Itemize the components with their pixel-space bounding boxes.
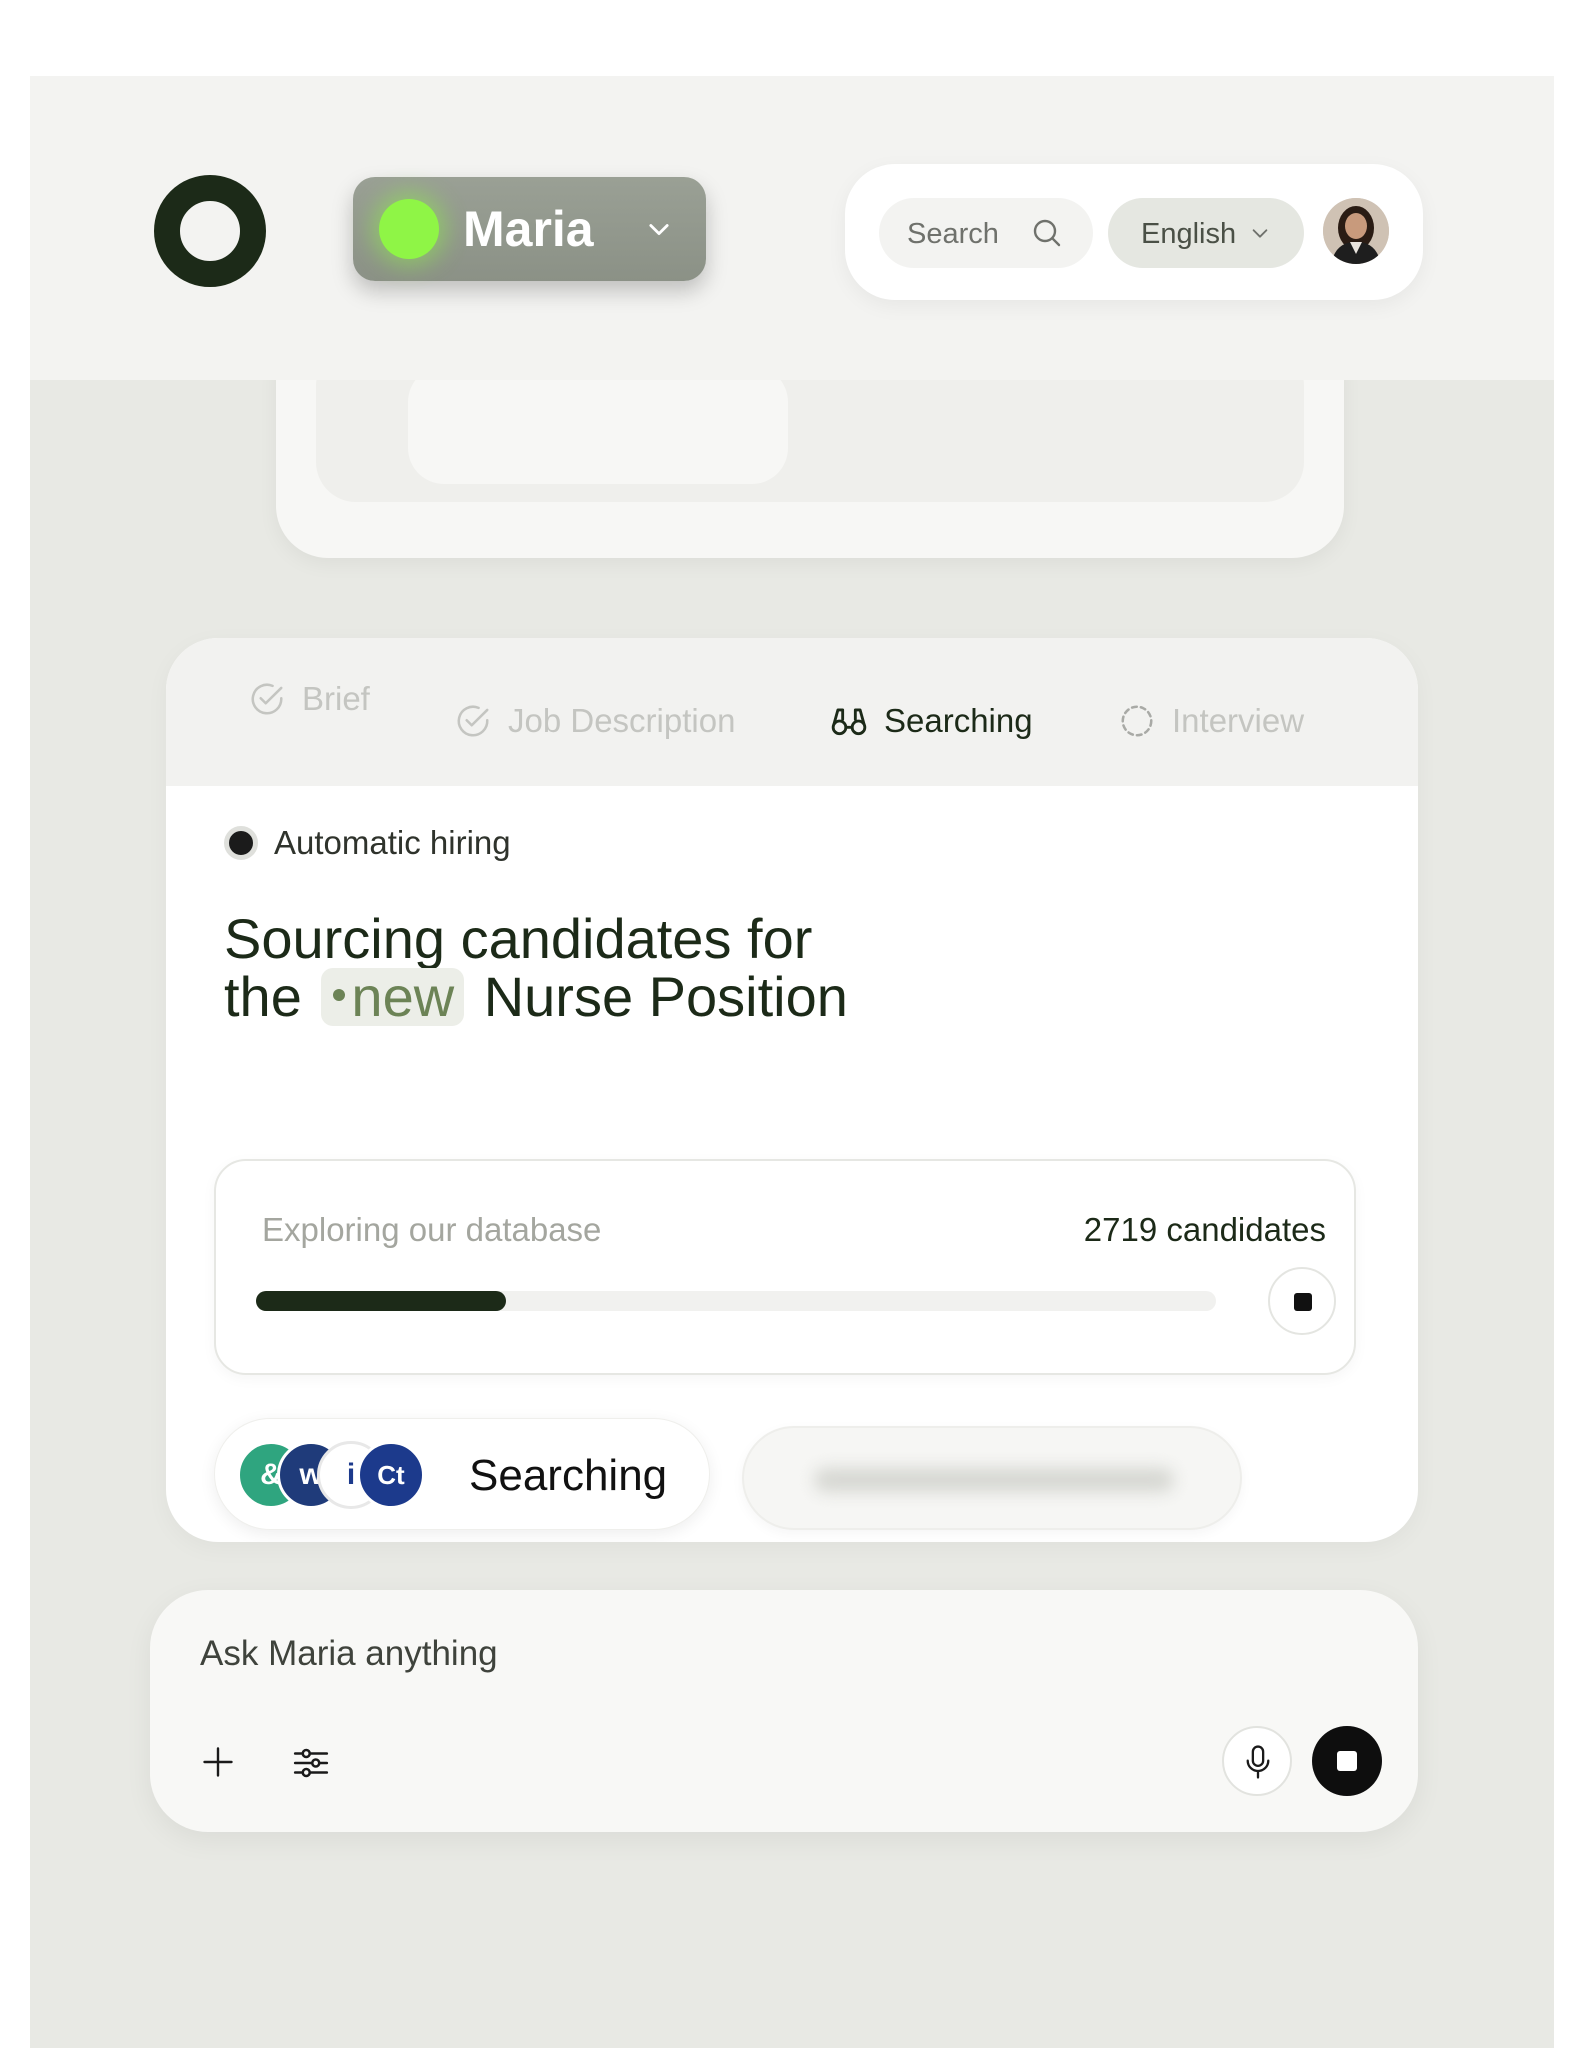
- agent-selector[interactable]: Maria: [353, 177, 706, 281]
- step-job-description[interactable]: Job Description: [454, 702, 735, 740]
- stepper: Brief Job Description Searching Intervie…: [166, 638, 1418, 786]
- search-placeholder: Search: [907, 218, 999, 250]
- stop-icon: [1337, 1751, 1357, 1771]
- search-input[interactable]: Search: [879, 198, 1093, 268]
- step-searching[interactable]: Searching: [830, 702, 1033, 740]
- step-label: Job Description: [508, 702, 736, 739]
- blurred-status-pill: [742, 1426, 1242, 1530]
- agent-name: Maria: [463, 201, 594, 257]
- badge-dot: [333, 989, 346, 1002]
- check-circle-icon: [251, 683, 283, 715]
- step-interview[interactable]: Interview: [1118, 702, 1304, 740]
- title-position: Nurse Position: [483, 965, 848, 1028]
- new-badge-label: new: [351, 965, 455, 1028]
- progress-label: Exploring our database: [262, 1211, 602, 1248]
- check-circle-icon: [457, 705, 489, 737]
- mode-label: Automatic hiring: [274, 824, 511, 861]
- binoculars-icon: [831, 708, 867, 736]
- app-frame: Maria Search English Brief Job Descripti…: [30, 76, 1554, 2048]
- agent-status-dot: [379, 199, 439, 259]
- language-selector[interactable]: English: [1108, 198, 1304, 268]
- language-label: English: [1141, 218, 1237, 250]
- candidate-count: 2719 candidates: [1083, 1211, 1326, 1248]
- sourcing-card: Brief Job Description Searching Intervie…: [166, 638, 1418, 1542]
- microphone-button[interactable]: [1222, 1726, 1292, 1796]
- page-title: Sourcing candidates for the new Nurse Po…: [224, 910, 848, 1026]
- chat-input[interactable]: Ask Maria anything: [200, 1634, 498, 1674]
- stop-button[interactable]: [1312, 1726, 1382, 1796]
- sliders-icon[interactable]: [292, 1744, 330, 1782]
- avatar-portrait-icon: [1323, 198, 1389, 264]
- header-controls: Search English: [845, 164, 1423, 300]
- app-logo[interactable]: [154, 175, 266, 287]
- step-label: Searching: [884, 702, 1033, 739]
- progress-fill: [256, 1291, 506, 1311]
- stop-icon: [1294, 1293, 1312, 1311]
- blurred-text: [814, 1468, 1174, 1492]
- step-label: Brief: [302, 680, 370, 717]
- mode-indicator: Automatic hiring: [224, 824, 511, 862]
- title-line-1: Sourcing candidates for: [224, 907, 813, 970]
- plus-icon[interactable]: [200, 1744, 236, 1780]
- previous-card-block: [408, 366, 788, 484]
- sources-status-pill[interactable]: & w i Ct Searching: [214, 1418, 710, 1530]
- chevron-down-icon: [1252, 229, 1268, 238]
- microphone-icon: [1246, 1745, 1270, 1779]
- step-brief[interactable]: Brief: [248, 680, 370, 718]
- step-label: Interview: [1172, 702, 1305, 739]
- sources-status-text: Searching: [469, 1451, 668, 1500]
- progress-bar: [256, 1291, 1216, 1311]
- new-badge: new: [321, 965, 465, 1028]
- top-bar: Maria Search English: [30, 76, 1554, 380]
- title-line-2: the new Nurse Position: [224, 968, 848, 1026]
- status-dot: [224, 826, 258, 860]
- title-word-the: the: [224, 965, 302, 1028]
- chat-composer: Ask Maria anything: [150, 1590, 1418, 1832]
- chevron-down-icon: [649, 224, 669, 236]
- source-logo-ct: Ct: [357, 1441, 425, 1509]
- search-icon: [1033, 219, 1061, 247]
- stop-search-button[interactable]: [1268, 1267, 1336, 1335]
- database-progress-card: Exploring our database 2719 candidates: [214, 1159, 1356, 1375]
- user-avatar[interactable]: [1323, 198, 1389, 264]
- dashed-circle-icon: [1121, 705, 1153, 737]
